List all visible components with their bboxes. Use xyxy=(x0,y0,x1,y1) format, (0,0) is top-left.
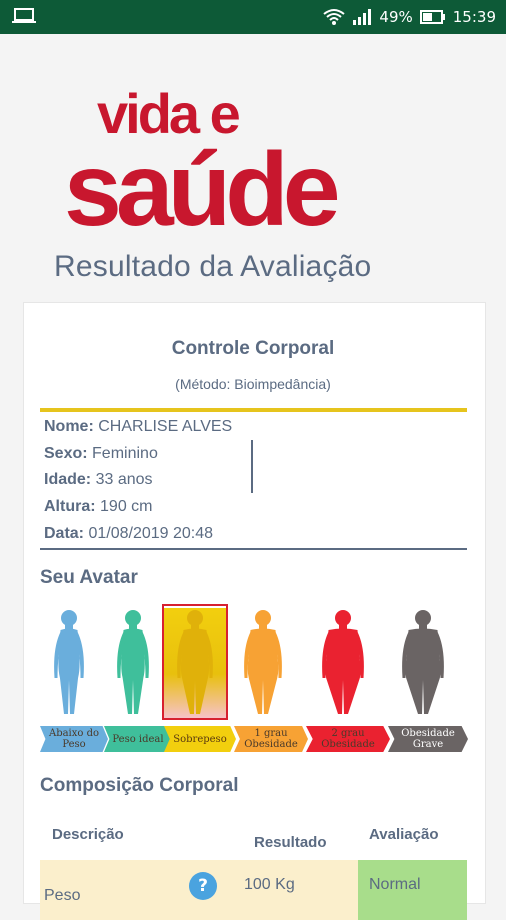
info-data: Data: 01/08/2019 20:48 xyxy=(44,525,213,543)
avatar-label-1: Abaixo do Peso xyxy=(40,726,108,752)
header-descricao: Descrição xyxy=(52,826,124,843)
avatar-figure-5 xyxy=(322,610,364,714)
avatar-section-title: Seu Avatar xyxy=(40,567,138,588)
altura-value: 190 cm xyxy=(100,498,153,515)
nome-value: CHARLISE ALVES xyxy=(98,418,233,435)
info-idade: Idade: 33 anos xyxy=(44,471,153,489)
help-icon[interactable]: ? xyxy=(189,872,217,900)
avatar-label-6: Obesidade Grave xyxy=(388,726,468,752)
idade-label: Idade: xyxy=(44,471,92,488)
gold-divider xyxy=(40,408,467,412)
card-title: Controle Corporal xyxy=(171,338,335,359)
avatar-figure-1 xyxy=(54,610,84,714)
info-sexo: Sexo: Feminino xyxy=(44,445,158,463)
selected-avatar-frame xyxy=(162,604,228,720)
avatar-label-4: 1 grau Obesidade xyxy=(234,726,308,752)
signal-icon xyxy=(353,9,372,25)
nome-label: Nome: xyxy=(44,418,94,435)
composition-title: Composição Corporal xyxy=(40,775,239,796)
laptop-icon xyxy=(12,8,36,23)
avatar-label-2: Peso ideal xyxy=(104,726,172,752)
page-title: Resultado da Avaliação xyxy=(54,250,372,283)
wifi-icon xyxy=(323,9,346,25)
info-bottom-divider xyxy=(40,548,467,550)
battery-icon xyxy=(419,10,445,24)
result-card xyxy=(23,302,486,904)
status-bar: 49% 15:39 xyxy=(0,0,506,34)
sexo-label: Sexo: xyxy=(44,445,88,462)
altura-label: Altura: xyxy=(44,498,96,515)
data-value: 01/08/2019 20:48 xyxy=(88,525,214,542)
info-nome: Nome: CHARLISE ALVES xyxy=(44,418,232,436)
header-resultado: Resultado xyxy=(254,834,327,851)
avatar-label-3: Sobrepeso xyxy=(164,726,236,752)
info-altura: Altura: 190 cm xyxy=(44,498,152,516)
battery-percent: 49% xyxy=(379,8,413,26)
row-avaliacao-cell: Normal xyxy=(358,860,467,920)
logo-line2: saúde xyxy=(64,132,338,235)
avatar-figure-6 xyxy=(402,610,444,714)
card-subtitle: (Método: Bioimpedância) xyxy=(175,376,331,392)
avatar-label-5: 2 grau Obesidade xyxy=(306,726,390,752)
row-avaliacao: Normal xyxy=(369,876,421,893)
row-descricao: Peso xyxy=(44,887,81,904)
row-resultado: 100 Kg xyxy=(244,876,295,893)
avatar-figure-2 xyxy=(117,610,149,714)
vida-e-saude-logo: vida e saúde xyxy=(64,85,344,235)
avatar-figure-4 xyxy=(244,610,282,714)
data-label: Data: xyxy=(44,525,85,542)
sexo-value: Feminino xyxy=(92,445,158,462)
clock: 15:39 xyxy=(452,8,496,26)
info-vertical-divider xyxy=(251,440,253,493)
header-avaliacao: Avaliação xyxy=(369,826,439,843)
idade-value: 33 anos xyxy=(95,471,153,488)
